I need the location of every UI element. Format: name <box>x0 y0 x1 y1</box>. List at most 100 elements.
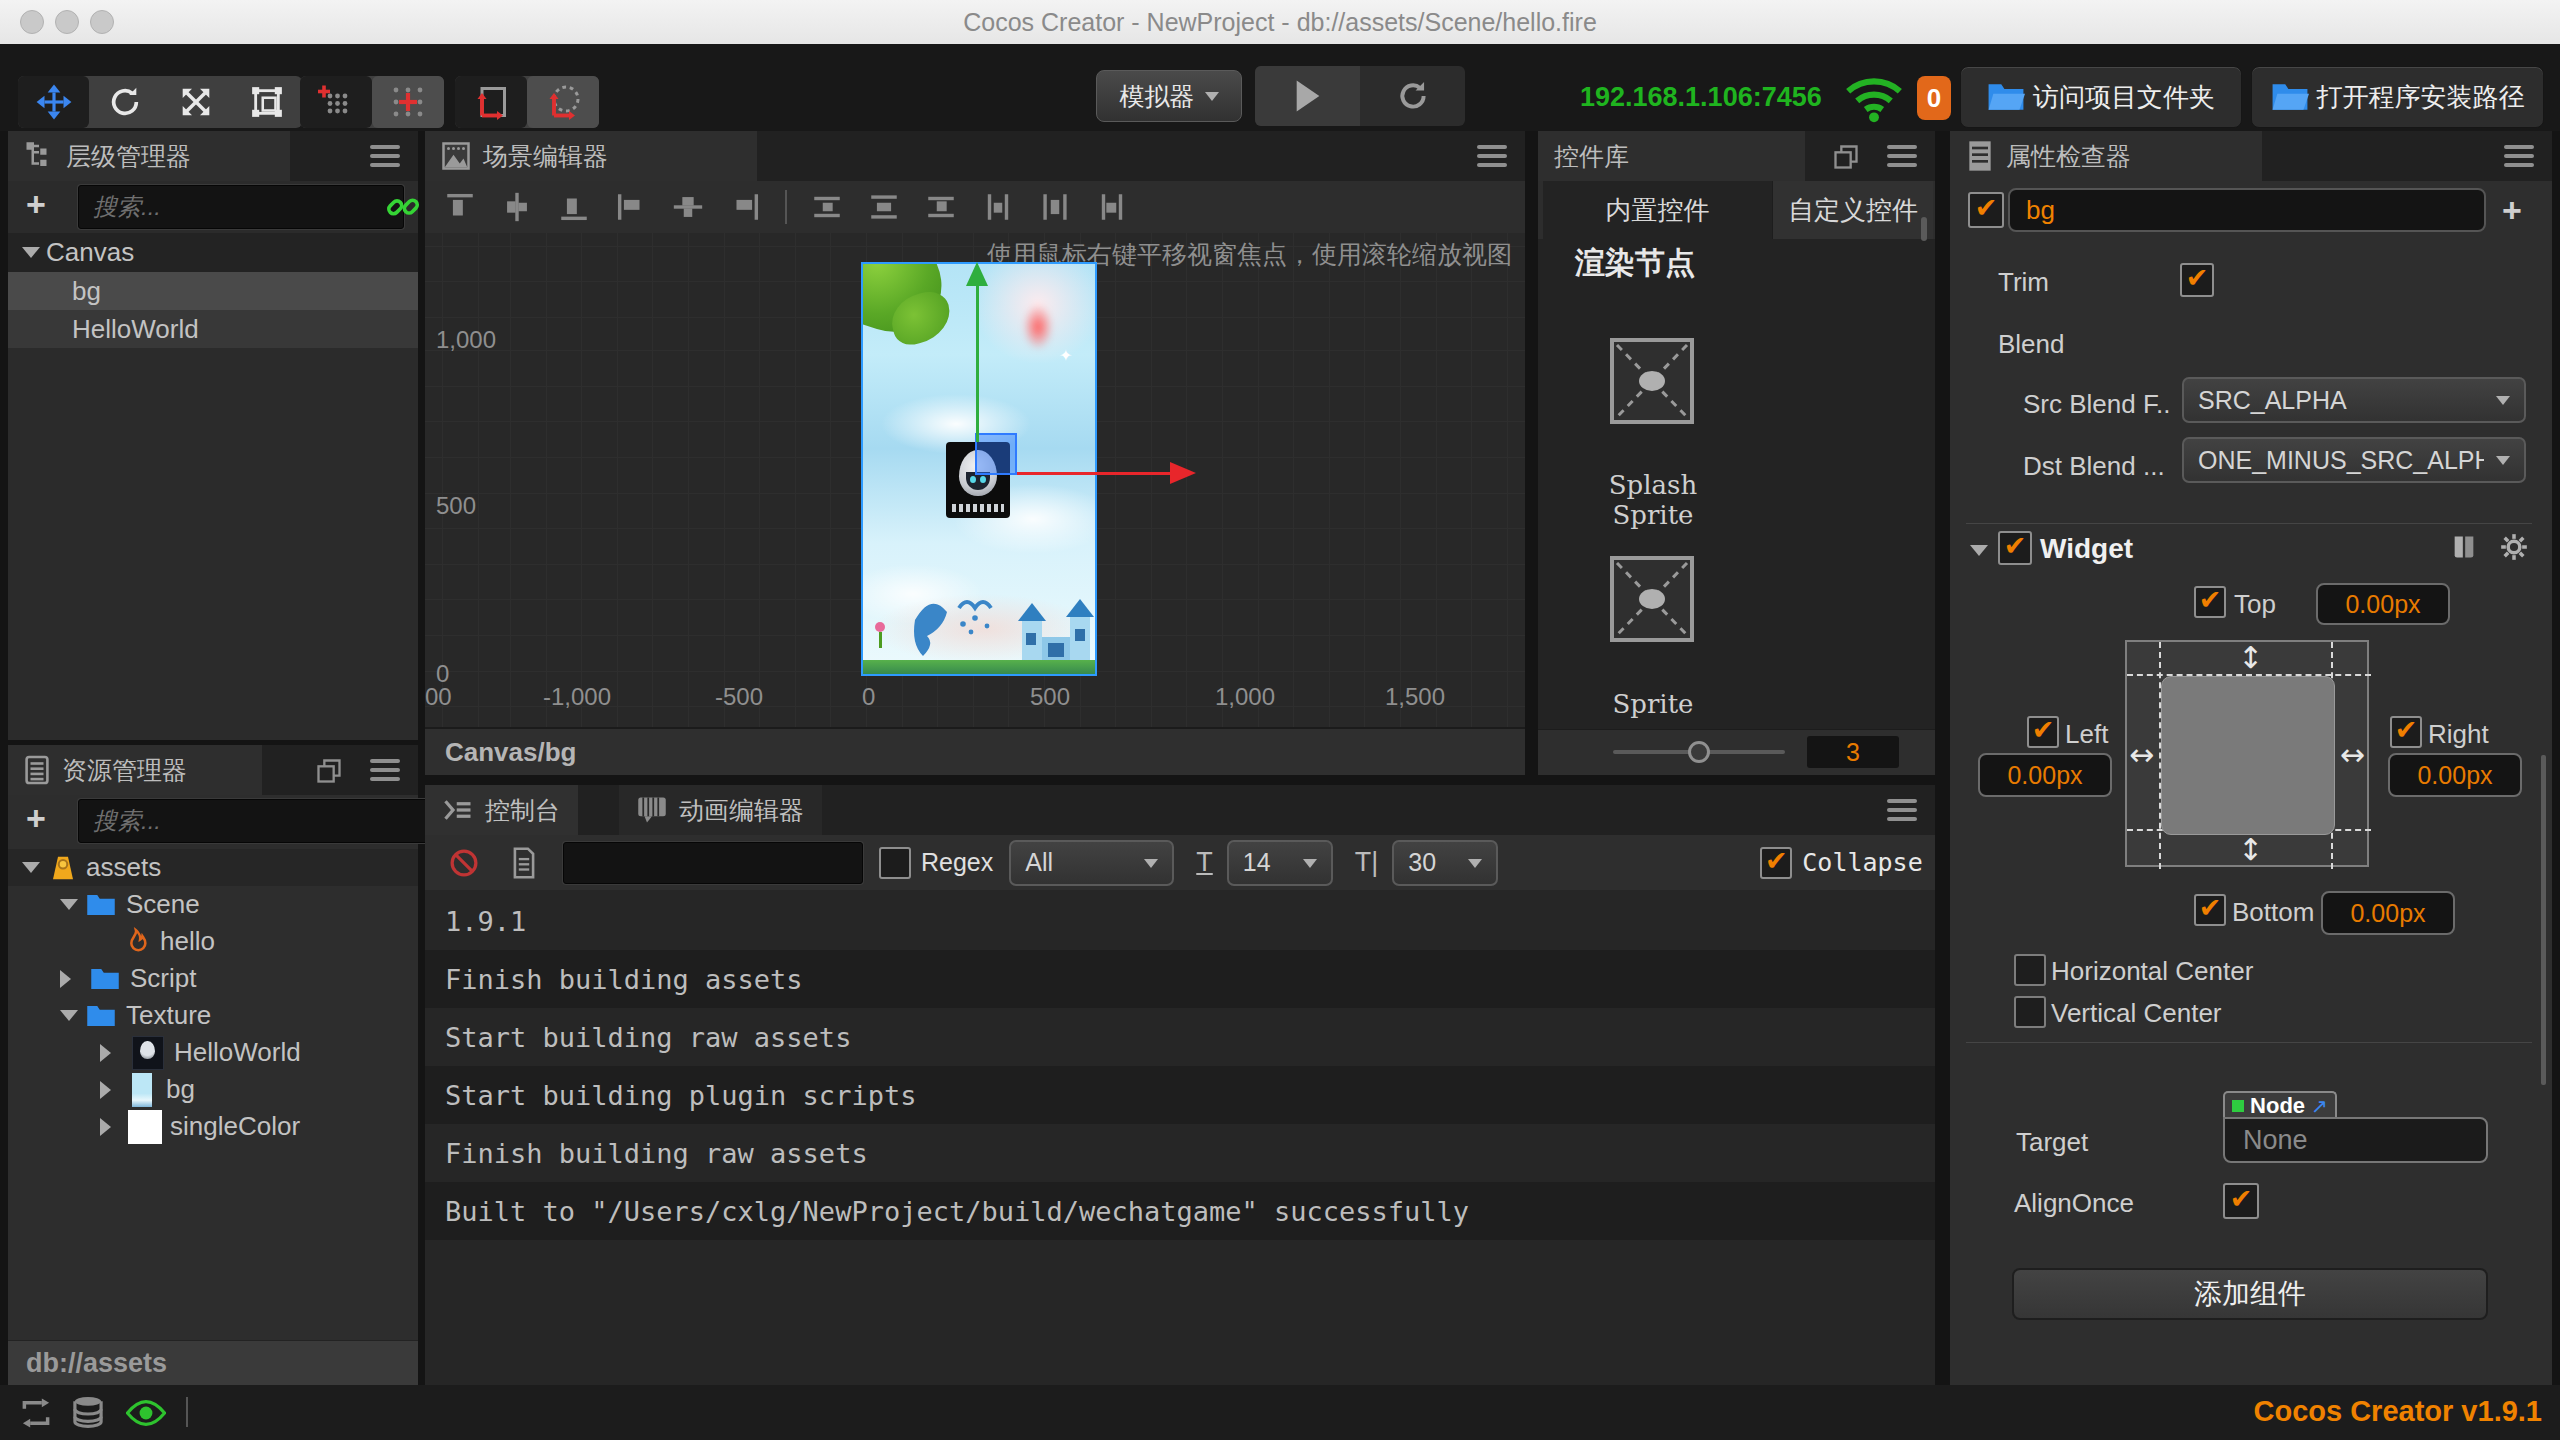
align-hcenter-icon[interactable] <box>671 190 705 224</box>
widget-scrollbar[interactable] <box>1921 217 1927 241</box>
play-button[interactable] <box>1255 66 1360 126</box>
distribute-bottom-icon[interactable] <box>924 190 958 224</box>
tree-node-helloworld[interactable]: HelloWorld <box>8 310 418 348</box>
asset-row-script[interactable]: Script <box>8 960 418 997</box>
asset-row-helloworld[interactable]: HelloWorld <box>8 1034 418 1071</box>
collapse-arrow-icon[interactable] <box>60 1010 78 1030</box>
log-row[interactable]: 1.9.1 <box>425 892 1935 950</box>
world-coordinate-button[interactable] <box>527 76 599 128</box>
rotate-tool-button[interactable] <box>89 76 160 128</box>
log-row[interactable]: Finish building assets <box>425 950 1935 1008</box>
add-asset-button[interactable]: + <box>26 801 46 835</box>
sprite-icon[interactable] <box>1610 556 1694 642</box>
align-once-checkbox[interactable] <box>2223 1183 2259 1219</box>
anchor-gizmo-box[interactable] <box>975 433 1017 475</box>
node-name-input[interactable]: bg <box>2008 188 2486 232</box>
add-node-button[interactable]: + <box>26 187 46 221</box>
align-top-icon[interactable] <box>443 190 477 224</box>
console-menu-button[interactable] <box>1887 799 1917 821</box>
widget-item-label[interactable]: Splash Sprite <box>1588 470 1718 530</box>
link-scene-icon[interactable] <box>386 189 420 225</box>
scale-tool-button[interactable] <box>160 76 231 128</box>
assets-search-input[interactable]: 搜索... <box>78 799 438 843</box>
assets-tab[interactable]: 资源管理器 <box>8 745 262 795</box>
align-left-icon[interactable] <box>614 190 648 224</box>
collapse-checkbox[interactable] <box>1760 847 1792 879</box>
sync-icon[interactable] <box>18 1397 54 1429</box>
left-checkbox[interactable] <box>2027 716 2059 748</box>
widget-menu-button[interactable] <box>1887 145 1917 167</box>
widget-enabled-checkbox[interactable] <box>1998 531 2032 565</box>
scene-viewport[interactable]: 使用鼠标右键平移视窗焦点，使用滚轮缩放视图 1,000 500 0 00 -1,… <box>425 233 1525 729</box>
move-tool-button[interactable] <box>18 76 89 128</box>
console-filter-input[interactable] <box>563 842 863 884</box>
widget-collapse-arrow[interactable] <box>1970 545 1988 565</box>
asset-row-texture[interactable]: Texture <box>8 997 418 1034</box>
new-window-icon[interactable] <box>1832 143 1860 171</box>
open-project-folder-button[interactable]: 访问项目文件夹 <box>1960 66 2242 128</box>
inspector-tab[interactable]: 属性检查器 <box>1950 131 2262 181</box>
line-height-dropdown[interactable]: 30 <box>1392 840 1498 886</box>
expand-arrow-icon[interactable] <box>100 1118 120 1136</box>
open-install-path-button[interactable]: 打开程序安装路径 <box>2251 66 2544 128</box>
console-tab[interactable]: 控制台 <box>425 785 578 835</box>
bottom-value[interactable]: 0.00px <box>2321 891 2455 935</box>
collapse-arrow-icon[interactable] <box>22 862 40 882</box>
anchor-mode-button[interactable] <box>372 76 444 128</box>
expand-arrow-icon[interactable] <box>100 1044 120 1062</box>
open-log-file-icon[interactable] <box>511 847 537 879</box>
zoom-value[interactable]: 3 <box>1807 736 1899 768</box>
regex-checkbox[interactable] <box>879 847 911 879</box>
database-icon[interactable] <box>72 1395 104 1431</box>
scene-menu-button[interactable] <box>1477 145 1507 167</box>
inspector-menu-button[interactable] <box>2504 145 2534 167</box>
add-component-button[interactable]: 添加组件 <box>2012 1268 2488 1320</box>
top-checkbox[interactable] <box>2194 586 2226 618</box>
simulator-dropdown[interactable]: 模拟器 <box>1096 70 1242 122</box>
bottom-checkbox[interactable] <box>2194 894 2226 926</box>
tree-node-canvas[interactable]: Canvas <box>8 233 418 272</box>
collapse-arrow-icon[interactable] <box>60 899 78 919</box>
rect-tool-button[interactable] <box>231 76 302 128</box>
log-row[interactable]: Start building plugin scripts <box>425 1066 1935 1124</box>
new-window-icon[interactable] <box>315 757 343 785</box>
trim-checkbox[interactable] <box>2180 263 2214 297</box>
right-value[interactable]: 0.00px <box>2388 753 2522 797</box>
distribute-hcenter-icon[interactable] <box>1038 190 1072 224</box>
splash-sprite-icon[interactable] <box>1610 338 1694 424</box>
tab-custom-widgets[interactable]: 自定义控件 <box>1772 181 1933 239</box>
gear-icon[interactable] <box>2500 533 2528 561</box>
src-blend-dropdown[interactable]: SRC_ALPHA <box>2182 377 2526 423</box>
x-axis-gizmo[interactable] <box>1017 472 1170 475</box>
inspector-scrollbar[interactable] <box>2541 755 2546 1085</box>
error-count-badge[interactable]: 0 <box>1917 76 1951 120</box>
left-value[interactable]: 0.00px <box>1978 753 2112 797</box>
external-link-icon[interactable]: ↗ <box>2311 1094 2328 1118</box>
top-value[interactable]: 0.00px <box>2316 583 2450 625</box>
widget-item-label[interactable]: Sprite <box>1588 689 1718 719</box>
local-coordinate-button[interactable] <box>455 76 527 128</box>
asset-row-assets[interactable]: assets <box>8 849 418 886</box>
hierarchy-menu-button[interactable] <box>370 145 400 167</box>
log-row[interactable]: Start building raw assets <box>425 1008 1935 1066</box>
log-row[interactable]: Built to "/Users/cxlg/NewProject/build/w… <box>425 1182 1935 1240</box>
asset-row-bg[interactable]: bg <box>8 1071 418 1108</box>
distribute-vcenter-icon[interactable] <box>867 190 901 224</box>
distribute-top-icon[interactable] <box>810 190 844 224</box>
pivot-mode-button[interactable] <box>300 76 372 128</box>
hierarchy-tab[interactable]: 层级管理器 <box>8 131 290 181</box>
widget-library-tab[interactable]: 控件库 <box>1538 131 1805 181</box>
target-value-input[interactable]: None <box>2223 1117 2488 1163</box>
preview-eye-icon[interactable] <box>126 1399 166 1427</box>
asset-row-hello[interactable]: hello <box>8 923 418 960</box>
expand-arrow-icon[interactable] <box>60 970 80 988</box>
align-vcenter-icon[interactable] <box>500 190 534 224</box>
asset-row-singlecolor[interactable]: singleColor <box>8 1108 418 1145</box>
horizontal-center-checkbox[interactable] <box>2014 954 2046 986</box>
assets-menu-button[interactable] <box>370 759 400 781</box>
align-right-icon[interactable] <box>728 190 762 224</box>
distribute-left-icon[interactable] <box>981 190 1015 224</box>
scene-tab[interactable]: 场景编辑器 <box>425 131 757 181</box>
refresh-button[interactable] <box>1360 66 1465 126</box>
collapse-arrow-icon[interactable] <box>22 247 40 267</box>
